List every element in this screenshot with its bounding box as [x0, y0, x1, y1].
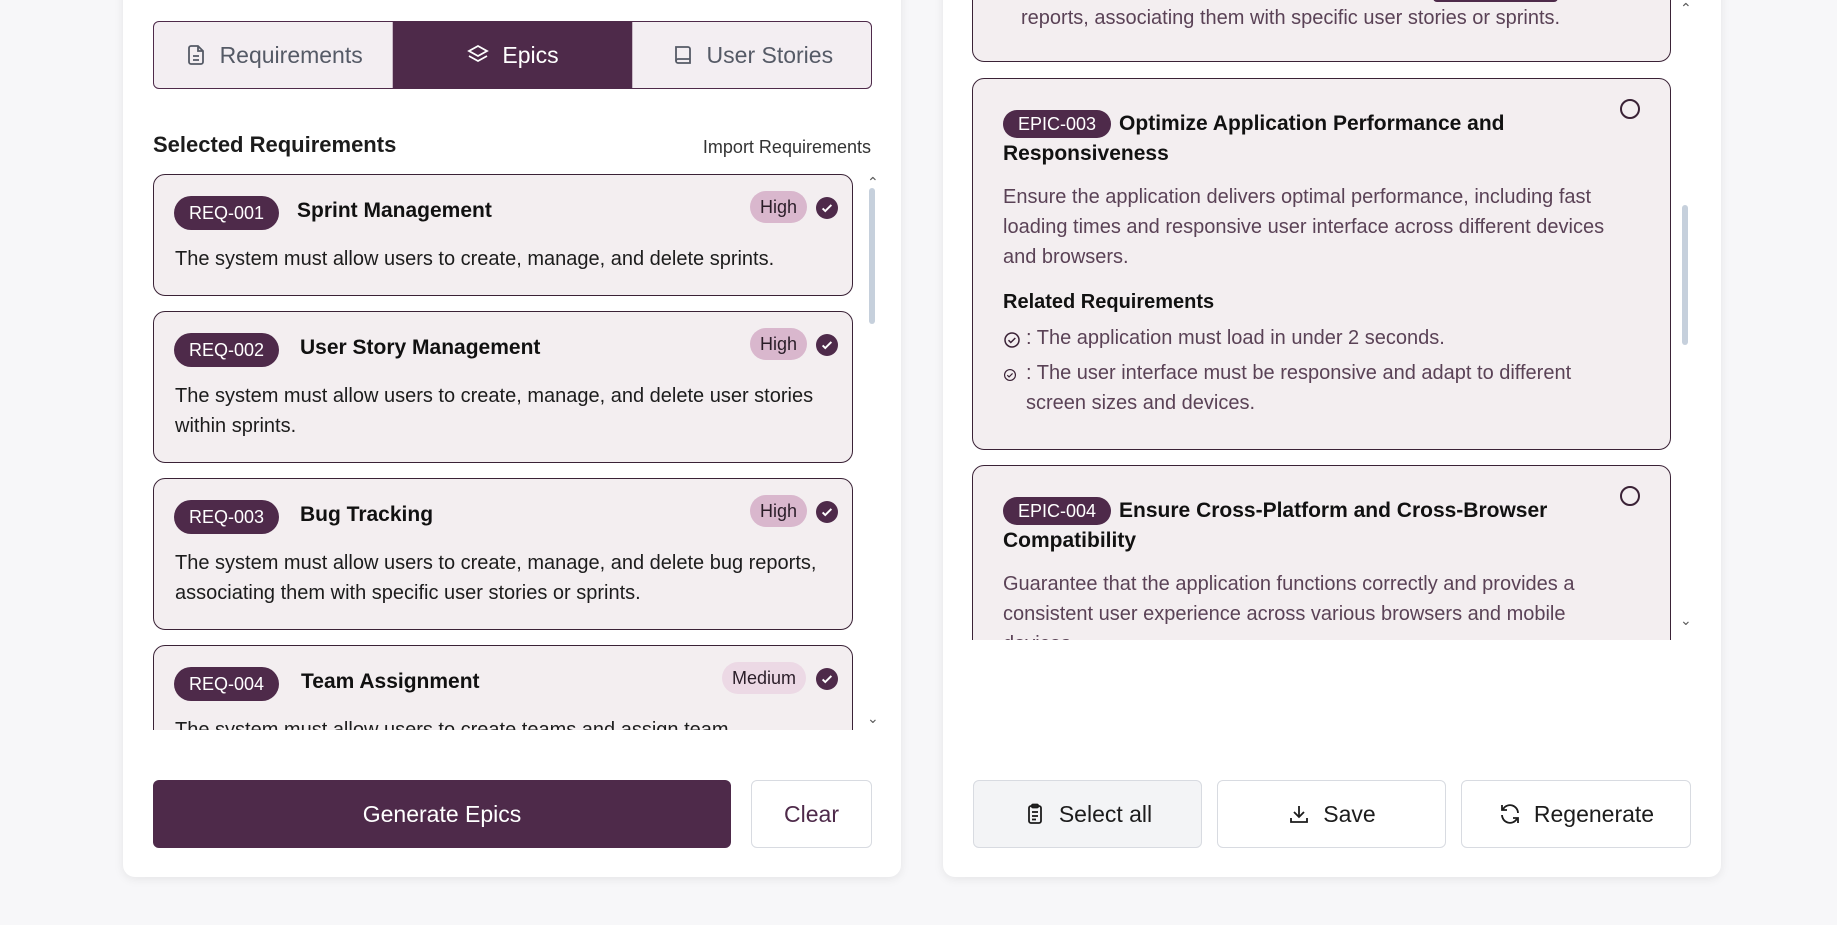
requirement-title: User Story Management	[300, 336, 541, 359]
save-button[interactable]: Save	[1217, 780, 1446, 848]
requirement-description: The system must allow users to create, m…	[175, 385, 814, 437]
epic-heading: EPIC-004 Ensure Cross-Platform and Cross-…	[1003, 496, 1610, 556]
scrollbar-thumb[interactable]	[1682, 205, 1688, 345]
scroll-down-chevron-icon[interactable]: ⌄	[1680, 612, 1692, 629]
selected-check-icon[interactable]	[816, 501, 838, 523]
select-all-button[interactable]: Select all	[973, 780, 1202, 848]
tab-user-stories[interactable]: User Stories	[633, 22, 871, 88]
select-all-label: Select all	[1058, 800, 1153, 827]
selected-check-icon[interactable]	[816, 668, 838, 690]
requirement-card[interactable]: REQ-004 Team Assignment Medium The syste…	[153, 645, 853, 730]
epic-select-radio[interactable]	[1620, 99, 1640, 119]
requirement-description: The system must allow users to create, m…	[175, 248, 775, 270]
epic-id-badge: EPIC-004	[1003, 497, 1112, 525]
requirement-description: The system must allow users to create, m…	[175, 552, 817, 604]
epic-select-radio[interactable]	[1620, 486, 1640, 506]
requirement-id-badge: REQ-003	[174, 500, 280, 534]
priority-badge: High	[750, 495, 808, 527]
requirement-title: Sprint Management	[297, 199, 492, 222]
epics-list[interactable]: reports, associating them with specific …	[972, 0, 1704, 640]
epic-card[interactable]: EPIC-004 Ensure Cross-Platform and Cross-…	[972, 465, 1671, 640]
related-requirements-title: Related Requirements	[1003, 291, 1215, 313]
related-requirement-item: : The user interface must be responsive …	[1003, 358, 1630, 418]
epics-scrollbar[interactable]	[1682, 20, 1688, 610]
priority-badge: Medium	[722, 662, 807, 694]
epic-description: Ensure the application delivers optimal …	[1003, 186, 1605, 268]
epic-description: reports, associating them with specific …	[1021, 7, 1561, 29]
requirements-panel: Requirements Epics User Stories Selected…	[123, 0, 901, 877]
check-circle-icon	[1003, 368, 1017, 382]
epic-card[interactable]: reports, associating them with specific …	[972, 0, 1671, 62]
requirement-id-badge: REQ-002	[174, 333, 280, 367]
partial-tab-indicator	[1433, 0, 1558, 2]
save-label: Save	[1323, 800, 1376, 827]
regenerate-button[interactable]: Regenerate	[1461, 780, 1691, 848]
requirement-card[interactable]: REQ-001 Sprint Management High The syste…	[153, 174, 853, 296]
requirement-id-badge: REQ-004	[174, 667, 280, 701]
clear-label: Clear	[784, 800, 839, 827]
selected-check-icon[interactable]	[816, 334, 838, 356]
import-requirements-link[interactable]: Import Requirements	[703, 137, 871, 158]
epic-heading: EPIC-003 Optimize Application Performance…	[1003, 109, 1610, 169]
tab-user-stories-label: User Stories	[706, 41, 834, 68]
tab-requirements[interactable]: Requirements	[154, 22, 394, 88]
priority-badge: High	[750, 191, 808, 223]
scroll-down-chevron-icon[interactable]: ⌄	[867, 710, 879, 727]
document-icon	[187, 45, 204, 65]
requirement-title: Bug Tracking	[300, 503, 434, 526]
epic-id-badge: EPIC-003	[1003, 110, 1112, 138]
epic-card[interactable]: EPIC-003 Optimize Application Performance…	[972, 78, 1671, 450]
requirement-card[interactable]: REQ-002 User Story Management High The s…	[153, 311, 853, 463]
list-bottom-mask	[943, 640, 1721, 770]
clipboard-icon	[1027, 803, 1042, 824]
priority-badge: High	[750, 328, 808, 360]
requirements-scrollbar[interactable]	[869, 188, 875, 708]
view-tabs: Requirements Epics User Stories	[153, 21, 872, 89]
clear-button[interactable]: Clear	[751, 780, 872, 848]
layers-icon	[467, 44, 490, 63]
requirement-title: Team Assignment	[301, 670, 480, 693]
tab-requirements-label: Requirements	[219, 41, 363, 68]
scrollbar-thumb[interactable]	[869, 188, 875, 324]
epic-description: Guarantee that the application functions…	[1003, 573, 1575, 640]
tab-epics[interactable]: Epics	[393, 22, 633, 88]
epics-panel: reports, associating them with specific …	[943, 0, 1721, 877]
download-icon	[1290, 806, 1309, 823]
requirement-id-badge: REQ-001	[174, 196, 280, 230]
generate-epics-button[interactable]: Generate Epics	[153, 780, 731, 848]
requirement-description: The system must allow users to create te…	[175, 719, 729, 730]
check-circle-icon	[1004, 332, 1020, 348]
refresh-icon	[1500, 804, 1519, 824]
requirement-card[interactable]: REQ-003 Bug Tracking High The system mus…	[153, 478, 853, 630]
scroll-up-chevron-icon[interactable]: ⌃	[1680, 0, 1692, 17]
related-requirement-item: : The application must load in under 2 s…	[1003, 323, 1630, 353]
book-icon	[674, 46, 691, 64]
requirements-list[interactable]: REQ-001 Sprint Management High The syste…	[153, 174, 885, 730]
selected-check-icon[interactable]	[816, 197, 838, 219]
selected-requirements-title: Selected Requirements	[153, 132, 397, 157]
regenerate-label: Regenerate	[1533, 800, 1655, 827]
tab-epics-label: Epics	[502, 41, 559, 68]
generate-epics-label: Generate Epics	[362, 800, 522, 827]
